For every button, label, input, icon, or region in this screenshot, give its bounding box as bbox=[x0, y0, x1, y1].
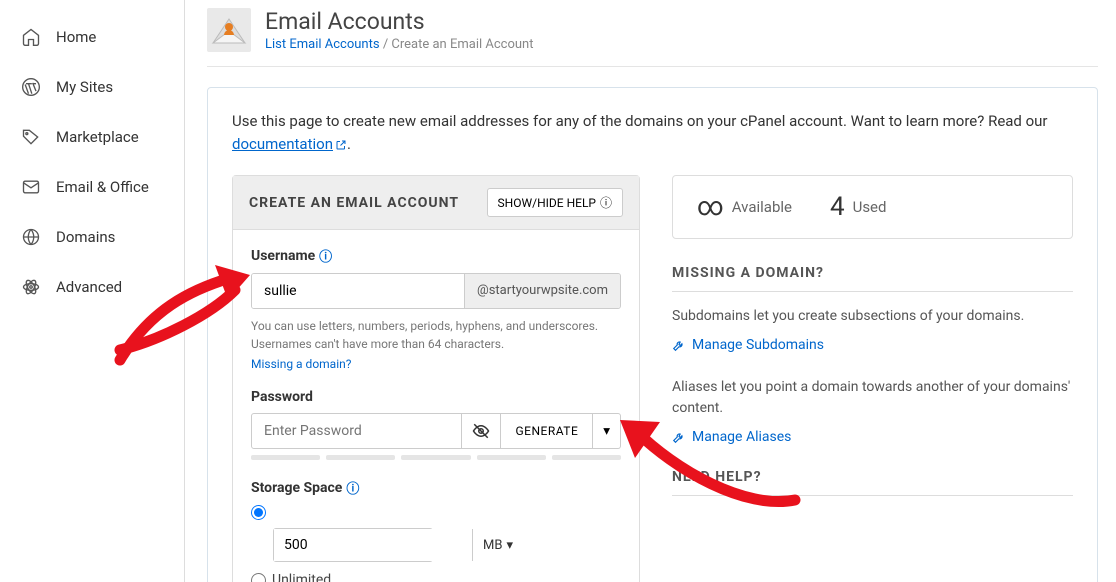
storage-unlimited-radio[interactable]: Unlimited bbox=[251, 572, 621, 582]
sidebar-item-label: Domains bbox=[56, 228, 115, 246]
question-icon: ⓘ bbox=[600, 194, 612, 211]
wordpress-icon bbox=[20, 76, 42, 98]
subdomain-text: Subdomains let you create subsections of… bbox=[672, 306, 1073, 327]
sidebar-item-email[interactable]: Email & Office bbox=[0, 162, 184, 212]
sidebar-item-label: Home bbox=[56, 28, 96, 46]
sidebar-item-marketplace[interactable]: Marketplace bbox=[0, 112, 184, 162]
caret-down-icon: ▾ bbox=[603, 424, 610, 439]
toggle-password-button[interactable] bbox=[462, 413, 501, 449]
sidebar-item-advanced[interactable]: Advanced bbox=[0, 262, 184, 312]
available-count: ∞ bbox=[697, 192, 724, 222]
generate-options-button[interactable]: ▾ bbox=[593, 413, 621, 449]
wrench-icon bbox=[672, 430, 686, 444]
password-input[interactable] bbox=[251, 413, 462, 449]
breadcrumb-link[interactable]: List Email Accounts bbox=[265, 37, 380, 52]
card-title: CREATE AN EMAIL ACCOUNT bbox=[249, 195, 459, 211]
generate-password-button[interactable]: GENERATE bbox=[501, 413, 593, 449]
content-panel: Use this page to create new email addres… bbox=[207, 87, 1098, 582]
main: Email Accounts List Email Accounts / Cre… bbox=[185, 0, 1116, 582]
sidebar-item-domains[interactable]: Domains bbox=[0, 212, 184, 262]
missing-domain-title: MISSING A DOMAIN? bbox=[672, 265, 1073, 292]
username-label: Usernameⓘ bbox=[251, 246, 621, 265]
sidebar-item-label: Advanced bbox=[56, 278, 122, 296]
page-header: Email Accounts List Email Accounts / Cre… bbox=[207, 0, 1098, 67]
password-label: Password bbox=[251, 389, 621, 405]
sidebar: Home My Sites Marketplace Email & Office… bbox=[0, 0, 185, 582]
eye-slash-icon bbox=[472, 422, 490, 440]
domain-suffix[interactable]: @startyourwpsite.com bbox=[464, 274, 620, 308]
username-input[interactable] bbox=[252, 274, 464, 308]
username-hint: You can use letters, numbers, periods, h… bbox=[251, 317, 621, 353]
sidebar-item-label: My Sites bbox=[56, 78, 113, 96]
breadcrumb-current: Create an Email Account bbox=[391, 37, 533, 52]
documentation-link[interactable]: documentation bbox=[232, 135, 347, 153]
storage-label: Storage Spaceⓘ bbox=[251, 478, 621, 497]
help-icon[interactable]: ⓘ bbox=[346, 478, 359, 497]
used-count: 4 bbox=[830, 192, 845, 222]
mail-icon bbox=[20, 176, 42, 198]
manage-subdomains-link[interactable]: Manage Subdomains bbox=[672, 337, 1073, 353]
sidebar-item-label: Email & Office bbox=[56, 178, 149, 196]
password-strength-meter bbox=[251, 455, 621, 460]
show-hide-help-button[interactable]: SHOW/HIDE HELPⓘ bbox=[487, 188, 623, 217]
need-help-title: NEED HELP? bbox=[672, 469, 1073, 496]
external-link-icon bbox=[335, 139, 347, 151]
sidebar-item-mysites[interactable]: My Sites bbox=[0, 62, 184, 112]
storage-custom-radio[interactable] bbox=[251, 505, 621, 520]
tag-icon bbox=[20, 126, 42, 148]
help-icon[interactable]: ⓘ bbox=[319, 246, 332, 265]
storage-unit-dropdown[interactable]: MB▾ bbox=[472, 529, 523, 561]
globe-icon bbox=[20, 226, 42, 248]
manage-aliases-link[interactable]: Manage Aliases bbox=[672, 429, 1073, 445]
account-stats: ∞Available 4Used bbox=[672, 175, 1073, 239]
breadcrumb: List Email Accounts / Create an Email Ac… bbox=[265, 37, 533, 52]
storage-value-input[interactable] bbox=[274, 529, 472, 561]
missing-domain-link[interactable]: Missing a domain? bbox=[251, 357, 621, 371]
create-email-card: CREATE AN EMAIL ACCOUNT SHOW/HIDE HELPⓘ … bbox=[232, 175, 640, 582]
home-icon bbox=[20, 26, 42, 48]
atom-icon bbox=[20, 276, 42, 298]
alias-text: Aliases let you point a domain towards a… bbox=[672, 377, 1073, 419]
sidebar-item-label: Marketplace bbox=[56, 128, 139, 146]
caret-down-icon: ▾ bbox=[506, 538, 513, 553]
page-title: Email Accounts bbox=[265, 8, 533, 35]
wrench-icon bbox=[672, 338, 686, 352]
email-accounts-icon bbox=[207, 8, 251, 52]
intro-text: Use this page to create new email addres… bbox=[232, 110, 1073, 155]
sidebar-item-home[interactable]: Home bbox=[0, 12, 184, 62]
